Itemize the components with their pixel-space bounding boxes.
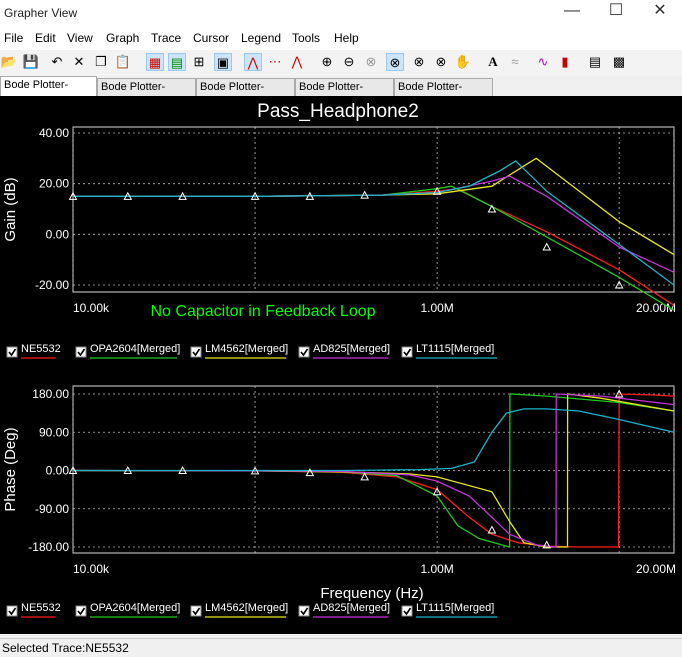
pan-icon[interactable]: ✋ [454, 53, 472, 71]
gain-y-axis-label: Gain (dB) [2, 177, 19, 241]
phase-ytick-label: -90.00 [35, 502, 69, 516]
gain-marker [487, 204, 497, 213]
grid-icon[interactable]: ▦ [146, 53, 164, 71]
gain-ytick-label: 20.00 [39, 177, 69, 191]
gain-ytick-label: 0.00 [46, 227, 70, 241]
overlay-icon[interactable]: ▮ [556, 53, 574, 71]
phase-ytick-label: 180.00 [32, 387, 69, 401]
legend-label: LM4562[Merged] [205, 602, 288, 614]
status-bar: Selected Trace:NE5532 [0, 638, 682, 657]
toolbar: 📂 💾 ↶ ✕ ❐ 📋 ▦ ▤ ⊞ ▣ ⋀ ⋯ ⋀ ⊕ ⊖ ⊗ ⊗ ⊗ ⊗ ✋ … [0, 50, 682, 77]
menu-view[interactable]: View [67, 31, 93, 45]
show-dots-icon[interactable]: ⋯ [266, 53, 284, 71]
menu-help[interactable]: Help [334, 31, 359, 45]
menu-bar: File Edit View Graph Trace Cursor Legend… [0, 26, 682, 50]
phase-ytick-label: 90.00 [39, 425, 69, 439]
trace-properties-icon[interactable]: ∿ [534, 53, 552, 71]
gain-ytick-label: -20.00 [35, 278, 69, 292]
zoom-x-icon[interactable]: ⊗ [386, 53, 404, 71]
tab-bode-plotter-1[interactable]: Bode Plotter-XBP1 [0, 76, 97, 108]
zoom-in-icon[interactable]: ⊕ [318, 53, 336, 71]
export-icon[interactable]: ▤ [586, 53, 604, 71]
legend-label: OPA2604[Merged] [90, 602, 180, 614]
phase-xtick-label: 20.00M [636, 562, 676, 576]
phase-y-axis-label: Phase (Deg) [2, 427, 19, 511]
reverse-colors-icon[interactable]: ▣ [214, 53, 232, 71]
gain-ytick-label: 40.00 [39, 126, 69, 140]
zoom-full-icon[interactable]: ⊗ [432, 53, 450, 71]
gain-plot: 40.0020.000.00-20.0010.00k 1.00M 20.00MGai… [2, 101, 676, 320]
phase-ytick-label: -180.00 [28, 540, 69, 554]
minimize-button[interactable]: — [550, 0, 594, 24]
legend-label: NE5532 [21, 343, 61, 355]
show-lines-icon[interactable]: ⋀ [244, 53, 262, 71]
tab-bode-plotter-5[interactable]: Bode Plotter-XBP1 [394, 78, 493, 110]
zoom-reset-icon[interactable]: ⊗ [362, 53, 380, 71]
tab-bode-plotter-3[interactable]: Bode Plotter-XBP1 [196, 78, 295, 110]
menu-edit[interactable]: Edit [35, 31, 56, 45]
phase-xtick-label: 1.00M [420, 562, 453, 576]
gain-series-ne5532 [73, 188, 675, 306]
legend-label: LM4562[Merged] [205, 343, 288, 355]
print-icon[interactable]: ▩ [610, 53, 628, 71]
phase-plot: 180.00 90.00 0.00 -90.00 -180.00 10.00k 1.00M 2… [2, 385, 676, 602]
copy-icon[interactable]: ❐ [92, 53, 110, 71]
maximize-button[interactable]: ☐ [594, 0, 638, 24]
phase-ytick-label: 0.00 [46, 464, 70, 478]
legend-label: LT1115[Merged] [416, 602, 494, 614]
legend-label: AD825[Merged] [313, 602, 390, 614]
title-bar: Grapher View — ☐ ✕ [0, 0, 682, 26]
legend-icon[interactable]: ▤ [168, 53, 186, 71]
phase-x-axis-label: Frequency (Hz) [320, 585, 423, 602]
open-icon[interactable]: 📂 [0, 53, 18, 71]
gain-marker [542, 242, 552, 251]
phase-series-lt1115 [73, 408, 675, 472]
legend-label: LT1115[Merged] [416, 343, 494, 355]
phase-marker [487, 525, 497, 534]
menu-tools[interactable]: Tools [292, 31, 320, 45]
undo-icon[interactable]: ↶ [48, 53, 66, 71]
gain-xtick-label: 1.00M [420, 301, 453, 315]
menu-file[interactable]: File [4, 31, 23, 45]
cursors-icon[interactable]: ⊞ [190, 53, 208, 71]
text-icon[interactable]: A [484, 53, 502, 71]
gain-frame [72, 126, 675, 293]
tab-bode-plotter-2[interactable]: Bode Plotter-XBP1 [97, 78, 196, 110]
tab-bode-plotter-4[interactable]: Bode Plotter-XBP1 [295, 78, 394, 110]
menu-legend[interactable]: Legend [241, 31, 281, 45]
lines-dots-icon[interactable]: ⋀ [288, 53, 306, 71]
plot-area: 40.00 20.00 0.00 -20.00 10.00k 1.00M 20.00M Gai… [0, 96, 682, 634]
menu-graph[interactable]: Graph [106, 31, 139, 45]
tab-strip: Bode Plotter-XBP1 Bode Plotter-XBP1 Bode… [0, 76, 682, 110]
zoom-y-icon[interactable]: ⊗ [410, 53, 428, 71]
status-text: Selected Trace:NE5532 [2, 641, 129, 655]
zoom-out-icon[interactable]: ⊖ [340, 53, 358, 71]
menu-cursor[interactable]: Cursor [193, 31, 229, 45]
close-button[interactable]: ✕ [638, 0, 682, 24]
chart-title: Pass_Headphone2 [257, 101, 419, 122]
legend-label: OPA2604[Merged] [90, 343, 180, 355]
menu-trace[interactable]: Trace [151, 31, 181, 45]
legend-label: AD825[Merged] [313, 343, 390, 355]
window-title: Grapher View [4, 6, 78, 20]
gain-series-lm4562 [73, 157, 675, 256]
legend-label: NE5532 [21, 602, 61, 614]
phase-xtick-label: 10.00k [73, 562, 110, 576]
bode-chart[interactable]: 40.00 20.00 0.00 -20.00 10.00k 1.00M 20.00M Gai… [0, 96, 682, 634]
save-icon[interactable]: 💾 [22, 53, 40, 71]
label-icon[interactable]: ≈ [506, 53, 524, 71]
chart-annotation: No Capacitor in Feedback Loop [150, 303, 375, 320]
paste-icon[interactable]: 📋 [114, 53, 132, 71]
cut-icon[interactable]: ✕ [70, 53, 88, 71]
gain-xtick-label: 10.00k [73, 301, 110, 315]
